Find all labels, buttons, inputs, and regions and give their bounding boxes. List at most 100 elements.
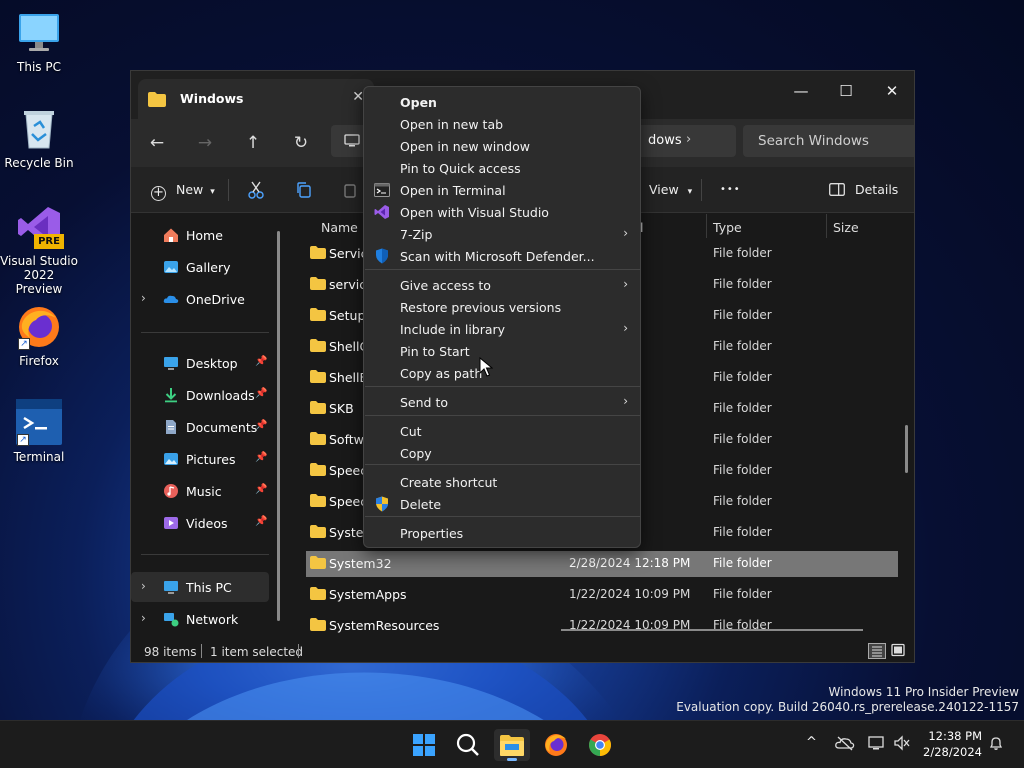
table-row[interactable]: System32 2/28/2024 12:18 PM File folder (306, 551, 898, 577)
sidebar-item-downloads[interactable]: Downloads 📌 (131, 380, 269, 410)
tab-windows[interactable]: Windows ✕ (138, 79, 374, 119)
up-button[interactable]: ↑ (240, 131, 266, 157)
sidebar-item-this-pc[interactable]: › This PC (131, 572, 269, 602)
sidebar-item-music[interactable]: Music 📌 (131, 476, 269, 506)
desktop-icon-visual-studio[interactable]: PRE Visual Studio 2022 Preview (0, 204, 78, 296)
network-status-icon[interactable] (867, 735, 887, 755)
pin-icon[interactable]: 📌 (255, 388, 267, 399)
sidebar-scrollbar[interactable] (277, 231, 280, 621)
breadcrumb-windows[interactable]: dows (648, 133, 682, 148)
sidebar-item-network[interactable]: › Network (131, 604, 269, 634)
desktop-icon-terminal[interactable]: ↗ Terminal (0, 398, 78, 464)
pin-icon[interactable]: 📌 (255, 356, 267, 367)
back-button[interactable]: ← (144, 131, 170, 157)
column-header-size[interactable]: Size (833, 220, 859, 235)
tab-title: Windows (180, 91, 244, 106)
menu-item-scan-with-microsoft-defender[interactable]: Scan with Microsoft Defender... (368, 245, 636, 267)
maximize-button[interactable]: ☐ (823, 77, 869, 105)
folder-icon (310, 401, 326, 414)
pin-icon[interactable]: 📌 (255, 484, 267, 495)
view-button[interactable]: View ▾ (649, 176, 692, 204)
forward-button[interactable]: → (192, 131, 218, 157)
table-row[interactable]: SystemResources 1/22/2024 10:09 PM File fo… (306, 613, 898, 639)
more-options-button[interactable]: ••• (720, 176, 741, 204)
desktop-icon-this-pc[interactable]: This PC (0, 10, 78, 74)
menu-item-open-with-visual-studio[interactable]: Open with Visual Studio (368, 201, 636, 223)
menu-item-7-zip[interactable]: 7-Zip › (368, 223, 636, 245)
pin-icon[interactable]: 📌 (255, 452, 267, 463)
desktop-icon (164, 357, 178, 370)
pin-icon[interactable]: 📌 (255, 516, 267, 527)
menu-item-open-in-terminal[interactable]: Open in Terminal (368, 179, 636, 201)
tiles-view-button[interactable] (890, 643, 908, 659)
menu-item-give-access-to[interactable]: Give access to › (368, 274, 636, 296)
close-button[interactable]: ✕ (869, 77, 914, 105)
search-box[interactable]: Search Windows (743, 125, 914, 157)
start-button[interactable] (406, 729, 442, 761)
shortcut-arrow-icon: ↗ (18, 338, 30, 350)
menu-item-pin-to-quick-access[interactable]: Pin to Quick access (368, 157, 636, 179)
taskbar-chrome[interactable] (582, 729, 618, 761)
column-header-name[interactable]: Name (321, 220, 358, 235)
menu-item-copy-as-path[interactable]: Copy as path (368, 362, 636, 384)
menu-item-open-in-new-tab[interactable]: Open in new tab (368, 113, 636, 135)
chevron-right-icon[interactable]: › (141, 611, 146, 625)
taskbar-firefox[interactable] (538, 729, 574, 761)
desktop-icon-label: Recycle Bin (4, 156, 74, 170)
minimize-button[interactable]: — (778, 77, 824, 105)
menu-item-include-in-library[interactable]: Include in library › (368, 318, 636, 340)
menu-item-label: Copy as path (400, 366, 483, 381)
refresh-button[interactable]: ↻ (288, 131, 314, 157)
clock-time: 12:38 PM (928, 729, 982, 743)
file-list-vertical-scrollbar[interactable] (905, 425, 908, 473)
terminal-app-icon: ↗ (15, 398, 63, 446)
menu-item-cut[interactable]: Cut (368, 420, 636, 442)
menu-item-pin-to-start[interactable]: Pin to Start (368, 340, 636, 362)
search-button[interactable] (450, 729, 486, 761)
sidebar-item-pictures[interactable]: Pictures 📌 (131, 444, 269, 474)
menu-separator (365, 464, 641, 465)
notification-bell-icon[interactable] (988, 735, 1004, 755)
pictures-icon (164, 453, 178, 465)
copy-button[interactable] (296, 176, 312, 204)
breadcrumb-chevron-icon[interactable]: › (686, 132, 691, 147)
menu-item-create-shortcut[interactable]: Create shortcut (368, 471, 636, 493)
evaluation-watermark: Windows 11 Pro Insider Preview Evaluatio… (676, 685, 1019, 715)
taskbar-file-explorer[interactable] (494, 729, 530, 761)
sidebar-item-gallery[interactable]: Gallery (131, 252, 269, 282)
desktop-icon-recycle-bin[interactable]: Recycle Bin (0, 106, 78, 170)
sidebar-item-label: Desktop (186, 356, 238, 371)
onedrive-offline-icon[interactable] (835, 735, 855, 755)
table-row[interactable]: SystemApps 1/22/2024 10:09 PM File folder (306, 582, 898, 608)
menu-item-properties[interactable]: Properties (368, 522, 636, 544)
sidebar-item-desktop[interactable]: Desktop 📌 (131, 348, 269, 378)
new-button[interactable]: + New ▾ (151, 176, 215, 204)
pin-icon[interactable]: 📌 (255, 420, 267, 431)
system-clock[interactable]: 12:38 PM 2/28/2024 (923, 728, 982, 760)
chevron-right-icon[interactable]: › (141, 291, 146, 305)
sidebar-item-documents[interactable]: Documents 📌 (131, 412, 269, 442)
sidebar-item-videos[interactable]: Videos 📌 (131, 508, 269, 538)
menu-item-restore-previous-versions[interactable]: Restore previous versions (368, 296, 636, 318)
volume-muted-icon[interactable] (893, 735, 911, 755)
column-header-type[interactable]: Type (713, 220, 742, 235)
context-menu: Open Open in new tab Open in new window Pin… (363, 86, 641, 548)
sidebar-item-onedrive[interactable]: › OneDrive (131, 284, 269, 314)
details-pane-button[interactable]: Details (829, 176, 898, 204)
chevron-right-icon[interactable]: › (141, 579, 146, 593)
tray-overflow-chevron[interactable]: ^ (806, 735, 817, 750)
download-icon (165, 388, 177, 403)
details-view-button[interactable] (868, 643, 886, 659)
file-list-horizontal-scrollbar[interactable] (561, 629, 863, 631)
menu-item-copy[interactable]: Copy (368, 442, 636, 464)
menu-item-open[interactable]: Open (368, 91, 636, 113)
menu-item-send-to[interactable]: Send to › (368, 391, 636, 413)
menu-item-open-in-new-window[interactable]: Open in new window (368, 135, 636, 157)
details-pane-icon (829, 183, 845, 196)
desktop-icon-firefox[interactable]: ↗ Firefox (0, 304, 78, 368)
menu-item-delete[interactable]: Delete (368, 493, 636, 515)
sidebar-item-home[interactable]: Home (131, 220, 269, 250)
cut-button[interactable] (248, 176, 264, 204)
paste-button[interactable] (343, 176, 359, 204)
desktop-icon-label: Visual Studio 2022 Preview (0, 254, 78, 296)
